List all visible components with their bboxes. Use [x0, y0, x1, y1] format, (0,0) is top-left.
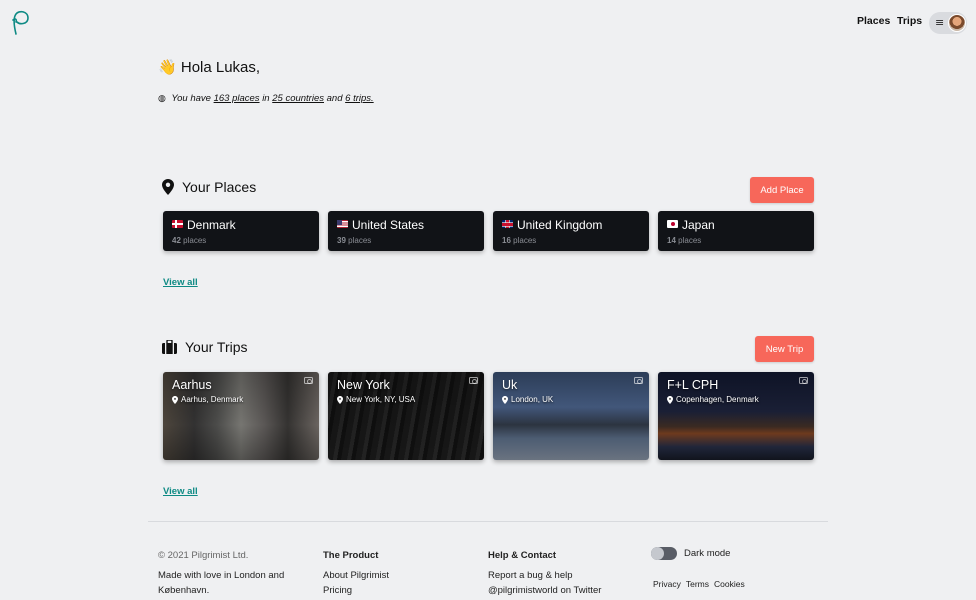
place-card-united-states[interactable]: United States 39 places — [328, 211, 484, 251]
avatar — [948, 14, 966, 32]
countries-count-link[interactable]: 25 countries — [272, 93, 324, 104]
summary-in: in — [262, 93, 270, 104]
user-menu-button[interactable]: ≡ — [929, 12, 967, 34]
place-count: 14 places — [667, 236, 702, 245]
place-count: 16 places — [502, 236, 537, 245]
camera-icon[interactable] — [469, 377, 478, 384]
trips-title-text: Your Trips — [185, 339, 248, 355]
made-with-love-line1: Made with love in London and — [158, 570, 285, 581]
place-country: United States — [352, 218, 425, 232]
places-title-text: Your Places — [182, 179, 257, 195]
footer-product-column: The Product About Pilgrimist Pricing — [323, 548, 389, 598]
summary-line: ◍ You have 163 places in 25 countries an… — [158, 93, 374, 104]
trip-card-fl-cph[interactable]: F+L CPH Copenhagen, Denmark — [658, 372, 814, 460]
globe-icon: ◍ — [158, 94, 166, 104]
wave-emoji: 👋 — [158, 59, 177, 76]
trip-location: London, UK — [502, 395, 553, 404]
location-pin-icon — [337, 395, 343, 404]
hamburger-icon: ≡ — [935, 16, 945, 29]
trip-card-aarhus[interactable]: Aarhus Aarhus, Denmark — [163, 372, 319, 460]
help-heading: Help & Contact — [488, 550, 557, 561]
camera-icon[interactable] — [304, 377, 313, 384]
about-link[interactable]: About Pilgrimist — [323, 568, 389, 583]
summary-and: and — [326, 93, 343, 104]
trip-name: Uk — [502, 378, 518, 392]
place-card-united-kingdom[interactable]: United Kingdom 16 places — [493, 211, 649, 251]
suitcase-icon — [162, 340, 177, 354]
place-count: 39 places — [337, 236, 372, 245]
place-country: Japan — [682, 218, 715, 232]
place-country: Denmark — [187, 218, 236, 232]
camera-icon[interactable] — [799, 377, 808, 384]
place-card-denmark[interactable]: Denmark 42 places — [163, 211, 319, 251]
map-pin-icon — [162, 179, 174, 195]
location-pin-icon — [667, 395, 673, 404]
nav-places-link[interactable]: Places — [857, 15, 890, 27]
copyright-text: © 2021 Pilgrimist Ltd. — [158, 550, 249, 561]
view-all-trips-link[interactable]: View all — [163, 486, 198, 497]
trips-section-title: Your Trips — [162, 339, 248, 355]
footer-help-column: Help & Contact Report a bug & help @pilg… — [488, 548, 601, 598]
dark-mode-label: Dark mode — [684, 548, 731, 559]
cookies-link[interactable]: Cookies — [714, 579, 745, 589]
twitter-link[interactable]: @pilgrimistworld on Twitter — [488, 583, 601, 598]
place-count: 42 places — [172, 236, 207, 245]
summary-prefix: You have — [171, 93, 211, 104]
made-with-love-line2: København. — [158, 585, 210, 596]
report-bug-link[interactable]: Report a bug & help — [488, 568, 601, 583]
dark-mode-toggle[interactable] — [651, 547, 677, 560]
trip-name: F+L CPH — [667, 378, 719, 392]
pricing-link[interactable]: Pricing — [323, 583, 389, 598]
trip-card-uk[interactable]: Uk London, UK — [493, 372, 649, 460]
footer-company-column: © 2021 Pilgrimist Ltd. Made with love in… — [158, 548, 284, 598]
greeting: 👋 Hola Lukas, — [158, 58, 260, 76]
place-card-japan[interactable]: Japan 14 places — [658, 211, 814, 251]
add-place-button[interactable]: Add Place — [750, 177, 814, 203]
privacy-link[interactable]: Privacy — [653, 579, 681, 589]
trip-location: Aarhus, Denmark — [172, 395, 243, 404]
legal-links: Privacy Terms Cookies — [653, 579, 745, 589]
location-pin-icon — [172, 395, 178, 404]
trip-location: New York, NY, USA — [337, 395, 415, 404]
japan-flag-icon — [667, 220, 678, 230]
new-trip-button[interactable]: New Trip — [755, 336, 814, 362]
location-pin-icon — [502, 395, 508, 404]
place-country: United Kingdom — [517, 218, 603, 232]
greeting-text: Hola Lukas, — [180, 59, 261, 76]
camera-icon[interactable] — [634, 377, 643, 384]
top-bar: Places Trips ≡ — [0, 0, 976, 46]
trip-card-new-york[interactable]: New York New York, NY, USA — [328, 372, 484, 460]
places-section-title: Your Places — [162, 179, 256, 195]
trip-name: New York — [337, 378, 390, 392]
pilgrimist-logo[interactable] — [10, 10, 32, 36]
terms-link[interactable]: Terms — [686, 579, 709, 589]
footer-divider — [148, 521, 828, 522]
places-count-link[interactable]: 163 places — [214, 93, 260, 104]
trip-name: Aarhus — [172, 378, 212, 392]
nav-trips-link[interactable]: Trips — [897, 15, 922, 27]
product-heading: The Product — [323, 550, 379, 561]
trips-count-link[interactable]: 6 trips. — [345, 93, 374, 104]
uk-flag-icon — [502, 220, 513, 230]
view-all-places-link[interactable]: View all — [163, 277, 198, 288]
trip-location: Copenhagen, Denmark — [667, 395, 759, 404]
denmark-flag-icon — [172, 220, 183, 230]
us-flag-icon — [337, 220, 348, 230]
